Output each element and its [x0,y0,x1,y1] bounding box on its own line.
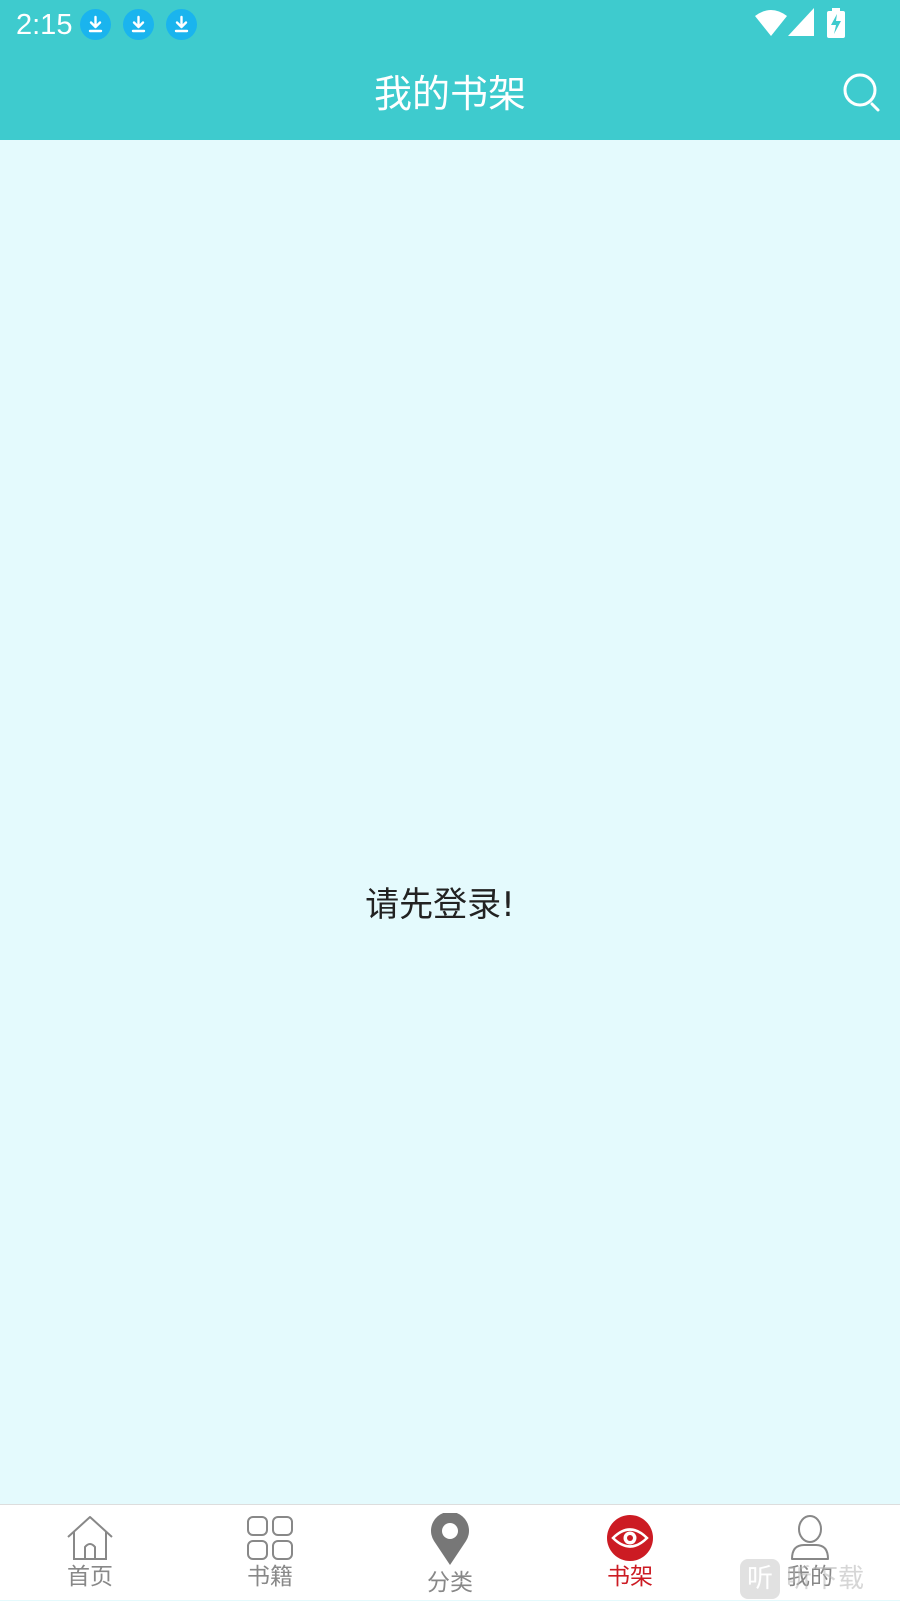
tab-label-books: 书籍 [247,1564,293,1590]
eye-icon [607,1515,653,1561]
location-pin-icon [431,1513,469,1565]
signal-icon [788,8,814,36]
download-icon [123,9,154,40]
status-bar: 2:15 [0,0,900,50]
search-icon [843,73,880,112]
tab-label-home: 首页 [67,1564,113,1590]
tab-categories[interactable]: 分类 [360,1505,540,1601]
home-icon [67,1516,113,1560]
tab-label-categories: 分类 [427,1570,473,1596]
app-header: 我的书架 [0,50,900,140]
user-icon [791,1515,829,1560]
watermark-text: 听下载 [786,1564,865,1594]
download-icon [166,9,197,40]
search-button[interactable] [840,70,888,118]
login-prompt[interactable]: 请先登录! [0,883,880,927]
tab-label-bookshelf: 书架 [607,1564,653,1590]
tab-bookshelf[interactable]: 书架 [540,1505,720,1601]
page-title: 我的书架 [373,72,526,116]
download-icon [80,9,111,40]
wifi-icon [755,10,787,36]
tab-books[interactable]: 书籍 [180,1505,360,1601]
tab-home[interactable]: 首页 [0,1505,180,1601]
status-time: 2:15 [16,9,73,41]
grid-icon [247,1516,293,1560]
bottom-tab-bar: 首页 书籍 分类 书架 我的 听 听下载 [0,1504,900,1600]
battery-charging-icon [827,8,845,38]
watermark-logo: 听 [740,1559,780,1599]
watermark: 听 听下载 [740,1559,900,1599]
bookshelf-content: 请先登录! [0,140,900,1504]
